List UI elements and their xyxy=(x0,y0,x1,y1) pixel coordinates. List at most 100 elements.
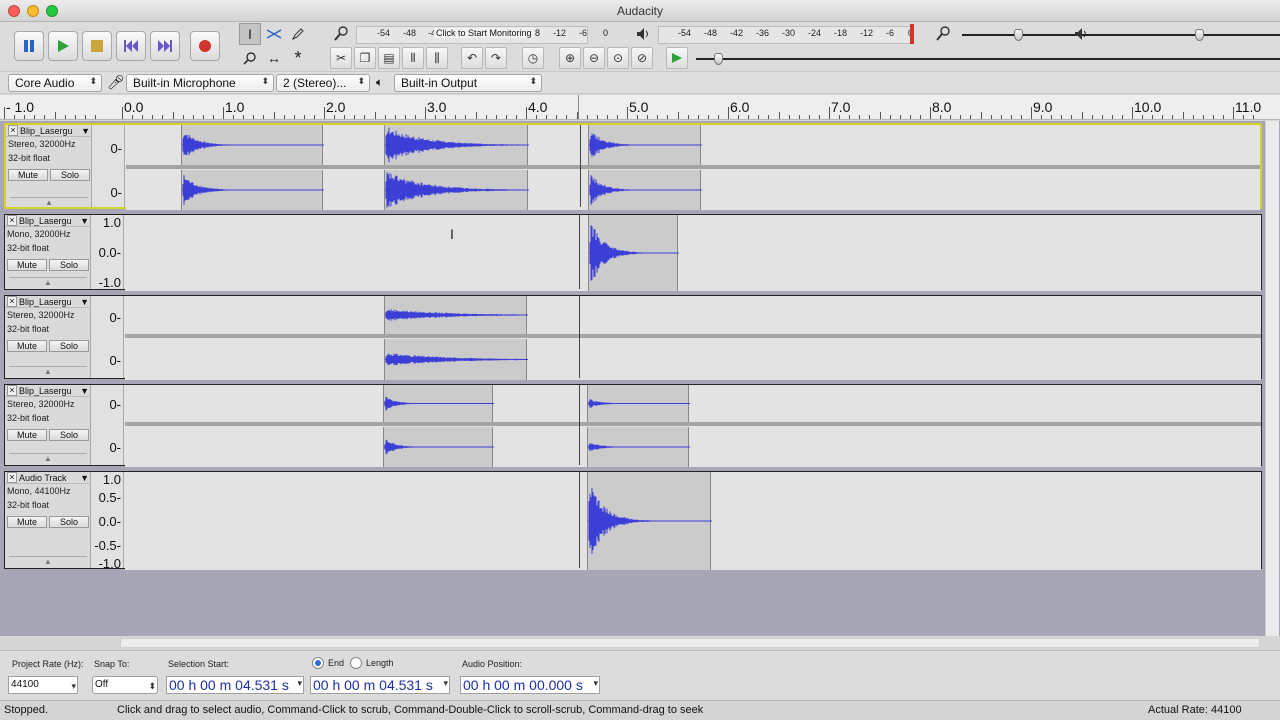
solo-button[interactable]: Solo xyxy=(49,340,89,352)
audio-clip[interactable] xyxy=(181,125,324,165)
audio-clip[interactable] xyxy=(383,385,494,422)
mute-button[interactable]: Mute xyxy=(7,516,47,528)
audio-clip[interactable] xyxy=(384,125,529,165)
collapse-track-button[interactable]: ▲ xyxy=(9,556,87,567)
collapse-track-button[interactable]: ▲ xyxy=(10,197,88,208)
track-menu-arrow-icon[interactable]: ▼ xyxy=(81,125,90,137)
audio-clip[interactable] xyxy=(383,427,494,467)
track-name-bar[interactable]: × Blip_Lasergu ▼ xyxy=(5,215,91,227)
playback-meter[interactable]: -54 -48 -42 -36 -30 -24 -18 -12 -6 0 xyxy=(652,24,920,46)
fit-project-button[interactable]: ⊘ xyxy=(631,47,653,69)
time-shift-tool[interactable]: ↔ xyxy=(263,47,285,69)
input-volume-slider[interactable] xyxy=(962,28,1280,42)
snap-to-select[interactable]: Off ⬍ xyxy=(92,676,158,694)
timeline-ruler[interactable]: - 1.0 0.0 1.0 2.0 3.0 4.0 5.0 6.0 7.0 8.0 9.0 10.0 1… xyxy=(0,95,1280,120)
audio-clip[interactable] xyxy=(384,339,528,380)
solo-button[interactable]: Solo xyxy=(49,259,89,271)
skip-end-button[interactable] xyxy=(150,31,180,61)
cut-button[interactable]: ✂ xyxy=(330,47,352,69)
audio-clip[interactable] xyxy=(588,125,702,165)
zoom-in-button[interactable]: ⊕ xyxy=(559,47,581,69)
output-volume-slider[interactable] xyxy=(1100,28,1280,42)
audio-track[interactable]: × Blip_Lasergu ▼ Stereo, 32000Hz 32-bit floa… xyxy=(4,384,1262,467)
project-rate-select[interactable]: 44100 ▾ xyxy=(8,676,78,694)
collapse-track-button[interactable]: ▲ xyxy=(9,277,87,288)
selection-tool[interactable]: I xyxy=(239,23,261,45)
tracks-area[interactable]: × Blip_Lasergu ▼ Stereo, 32000Hz 32-bit floa… xyxy=(0,121,1280,636)
audio-clip[interactable] xyxy=(587,385,690,422)
close-track-icon[interactable]: × xyxy=(7,472,17,483)
end-radio[interactable] xyxy=(312,657,324,669)
horizontal-scrollbar[interactable] xyxy=(120,638,1260,648)
playback-device-select[interactable]: Built-in Output ⬍ xyxy=(394,74,542,92)
input-volume-thumb[interactable] xyxy=(1014,29,1023,41)
redo-button[interactable]: ↷ xyxy=(485,47,507,69)
solo-button[interactable]: Solo xyxy=(49,429,89,441)
audio-track[interactable]: × Blip_Lasergu ▼ Mono, 32000Hz 32-bit float M… xyxy=(4,214,1262,291)
play-at-speed-button[interactable] xyxy=(666,47,688,69)
audio-channel[interactable] xyxy=(126,170,1260,210)
solo-button[interactable]: Solo xyxy=(49,516,89,528)
audio-channel[interactable] xyxy=(125,385,1261,422)
vertical-scrollbar[interactable] xyxy=(1265,121,1279,636)
envelope-tool[interactable] xyxy=(263,23,285,45)
playback-meter-speaker-icon[interactable] xyxy=(632,23,654,45)
collapse-track-button[interactable]: ▲ xyxy=(9,366,87,377)
collapse-track-button[interactable]: ▲ xyxy=(9,453,87,464)
audio-clip[interactable] xyxy=(181,170,324,210)
length-radio[interactable] xyxy=(350,657,362,669)
mute-button[interactable]: Mute xyxy=(7,340,47,352)
audio-track[interactable]: × Blip_Lasergu ▼ Stereo, 32000Hz 32-bit floa… xyxy=(4,123,1262,210)
selection-start-time[interactable]: 00 h 00 m 04.531 s ▾ xyxy=(166,676,304,694)
audio-track[interactable]: × Blip_Lasergu ▼ Stereo, 32000Hz 32-bit floa… xyxy=(4,295,1262,380)
copy-button[interactable]: ❐ xyxy=(354,47,376,69)
record-button[interactable] xyxy=(190,31,220,61)
close-track-icon[interactable]: × xyxy=(8,125,18,136)
record-meter[interactable]: -54 -48 -42 Click to Start Monitoring 8 … xyxy=(350,24,612,46)
undo-button[interactable]: ↶ xyxy=(461,47,483,69)
record-meter-mic-icon[interactable] xyxy=(330,23,352,45)
close-track-icon[interactable]: × xyxy=(7,296,17,307)
trim-button[interactable]: ⫴ xyxy=(402,47,424,69)
audio-channel[interactable] xyxy=(125,339,1261,380)
play-speed-thumb[interactable] xyxy=(714,53,723,65)
audio-clip[interactable] xyxy=(588,170,702,210)
audio-channel[interactable] xyxy=(125,296,1261,334)
recording-channels-select[interactable]: 2 (Stereo)... ⬍ xyxy=(276,74,370,92)
audio-position-time[interactable]: 00 h 00 m 00.000 s ▾ xyxy=(460,676,600,694)
recording-device-select[interactable]: Built-in Microphone ⬍ xyxy=(126,74,274,92)
track-menu-arrow-icon[interactable]: ▼ xyxy=(80,472,89,484)
audio-clip[interactable] xyxy=(588,215,679,291)
audio-clip[interactable] xyxy=(384,296,528,334)
solo-button[interactable]: Solo xyxy=(50,169,90,181)
zoom-out-button[interactable]: ⊖ xyxy=(583,47,605,69)
track-name-bar[interactable]: × Audio Track ▼ xyxy=(5,472,91,484)
fit-selection-button[interactable]: ⊙ xyxy=(607,47,629,69)
audio-clip[interactable] xyxy=(587,472,712,570)
output-volume-thumb[interactable] xyxy=(1195,29,1204,41)
close-track-icon[interactable]: × xyxy=(7,385,17,396)
close-track-icon[interactable]: × xyxy=(7,215,17,226)
audio-channel[interactable] xyxy=(126,125,1260,165)
mute-button[interactable]: Mute xyxy=(8,169,48,181)
play-button[interactable] xyxy=(48,31,78,61)
track-menu-arrow-icon[interactable]: ▼ xyxy=(80,215,89,227)
multi-tool[interactable]: * xyxy=(287,47,309,69)
audio-host-select[interactable]: Core Audio ⬍ xyxy=(8,74,102,92)
paste-button[interactable]: ▤ xyxy=(378,47,400,69)
selection-end-time[interactable]: 00 h 00 m 04.531 s ▾ xyxy=(310,676,450,694)
track-menu-arrow-icon[interactable]: ▼ xyxy=(80,385,89,397)
audio-track[interactable]: × Audio Track ▼ Mono, 44100Hz 32-bit float Mu… xyxy=(4,471,1262,571)
track-name-bar[interactable]: × Blip_Lasergu ▼ xyxy=(5,296,91,308)
audio-channel[interactable] xyxy=(125,215,1261,291)
silence-button[interactable]: ⫼ xyxy=(426,47,448,69)
stop-button[interactable] xyxy=(82,31,112,61)
draw-tool[interactable] xyxy=(287,23,309,45)
skip-start-button[interactable] xyxy=(116,31,146,61)
pause-button[interactable] xyxy=(14,31,44,61)
audio-clip[interactable] xyxy=(587,427,690,467)
audio-channel[interactable] xyxy=(125,472,1261,570)
track-name-bar[interactable]: × Blip_Lasergu ▼ xyxy=(6,125,92,137)
track-name-bar[interactable]: × Blip_Lasergu ▼ xyxy=(5,385,91,397)
play-speed-slider[interactable] xyxy=(696,52,1280,66)
